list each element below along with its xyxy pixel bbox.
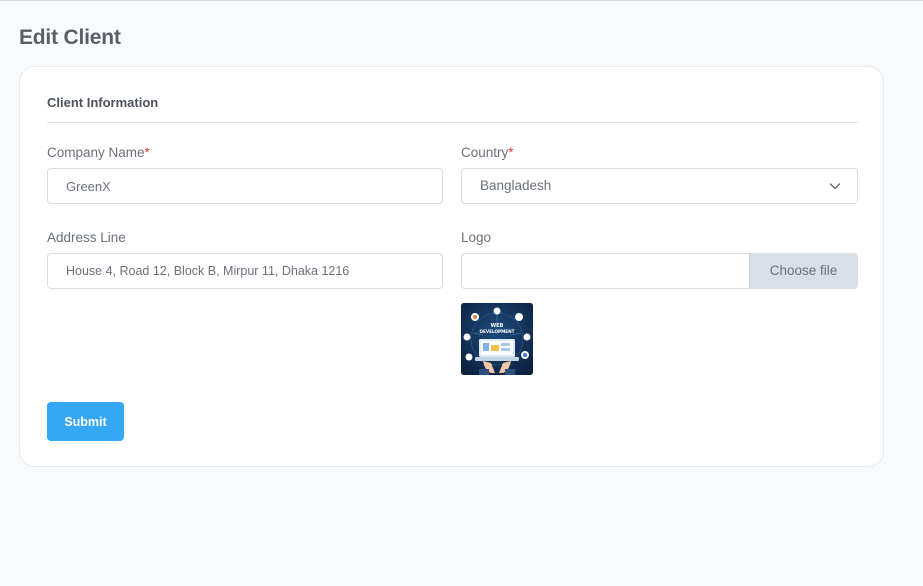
chevron-down-icon	[829, 183, 841, 190]
address-line-input[interactable]	[47, 253, 443, 289]
client-form-card: Client Information Company Name* Country…	[19, 66, 884, 467]
country-select[interactable]: Bangladesh	[461, 168, 858, 204]
top-border	[0, 0, 923, 1]
company-name-label-text: Company Name	[47, 145, 145, 160]
country-label: Country*	[461, 145, 514, 160]
required-mark: *	[508, 145, 514, 160]
logo-file-input[interactable]: Choose file	[461, 253, 858, 289]
web-development-illustration: WEB DEVELOPMENT	[461, 303, 533, 375]
logo-preview-image: WEB DEVELOPMENT	[461, 303, 533, 375]
address-line-label: Address Line	[47, 230, 126, 245]
required-mark: *	[144, 145, 150, 160]
page-title: Edit Client	[19, 26, 121, 49]
submit-button[interactable]: Submit	[47, 402, 124, 441]
preview-text-development: DEVELOPMENT	[480, 329, 515, 334]
section-title: Client Information	[47, 95, 159, 110]
country-selected-value: Bangladesh	[480, 178, 552, 193]
choose-file-button[interactable]: Choose file	[749, 254, 857, 288]
logo-label: Logo	[461, 230, 492, 245]
company-name-input[interactable]	[47, 168, 443, 204]
country-label-text: Country	[461, 145, 509, 160]
company-name-label: Company Name*	[47, 145, 150, 160]
section-divider	[47, 122, 858, 123]
